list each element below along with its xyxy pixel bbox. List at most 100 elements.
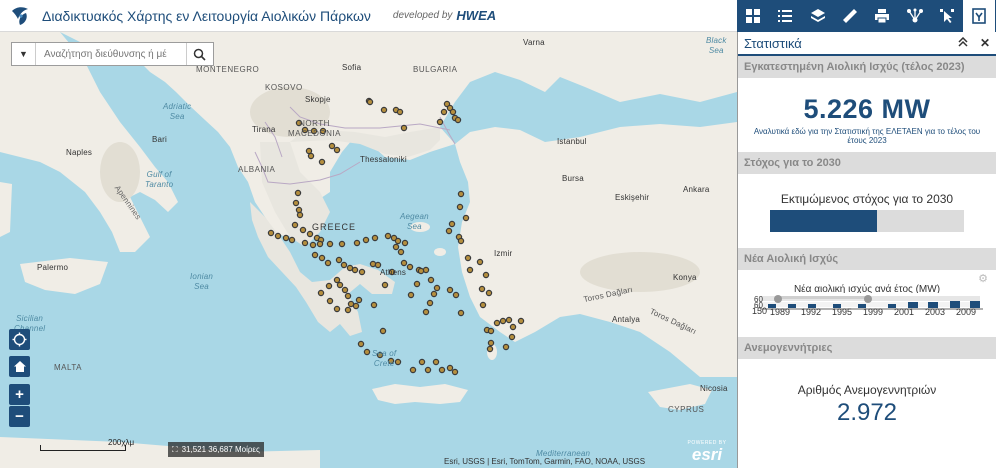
wind-farm-marker[interactable] (487, 327, 495, 335)
wind-farm-marker[interactable] (335, 256, 343, 264)
wind-farm-marker[interactable] (326, 297, 334, 305)
close-button[interactable]: ✕ (974, 36, 996, 50)
search-input[interactable] (36, 44, 186, 64)
wind-farm-marker[interactable] (344, 292, 352, 300)
wind-farm-marker[interactable] (479, 301, 487, 309)
wind-farm-marker[interactable] (517, 317, 525, 325)
wind-farm-marker[interactable] (296, 211, 304, 219)
locate-button[interactable] (9, 329, 30, 350)
wind-farm-marker[interactable] (374, 261, 382, 269)
wind-farm-marker[interactable] (457, 190, 465, 198)
wind-farm-marker[interactable] (422, 266, 430, 274)
wind-farm-marker[interactable] (392, 243, 400, 251)
wind-farm-marker[interactable] (316, 240, 324, 248)
wind-farm-marker[interactable] (509, 323, 517, 331)
wind-farm-marker[interactable] (288, 236, 296, 244)
wind-farm-marker[interactable] (502, 343, 510, 351)
wind-farm-marker[interactable] (369, 260, 377, 268)
wind-farm-marker[interactable] (446, 364, 454, 372)
wind-farm-marker[interactable] (397, 248, 405, 256)
collapse-button[interactable] (952, 36, 974, 50)
wind-farm-marker[interactable] (381, 281, 389, 289)
wind-farm-marker[interactable] (457, 237, 465, 245)
wind-farm-marker[interactable] (486, 345, 494, 353)
wind-farm-marker[interactable] (318, 254, 326, 262)
map-view[interactable]: Varna Black Sea MONTENEGRO Sofia BULGARI… (0, 32, 737, 468)
wind-farm-marker[interactable] (430, 290, 438, 298)
wind-farm-marker[interactable] (446, 286, 454, 294)
wind-farm-marker[interactable] (505, 316, 513, 324)
wind-farm-marker[interactable] (362, 236, 370, 244)
toolbar-measure-button[interactable] (834, 0, 866, 32)
wind-farm-marker[interactable] (432, 358, 440, 366)
wind-farm-marker[interactable] (445, 227, 453, 235)
wind-farm-marker[interactable] (371, 234, 379, 242)
home-button[interactable] (9, 356, 30, 377)
wind-farm-marker[interactable] (499, 317, 507, 325)
zoom-out-button[interactable]: − (9, 406, 30, 427)
wind-farm-marker[interactable] (476, 258, 484, 266)
wind-farm-marker[interactable] (309, 241, 317, 249)
toolbar-print-button[interactable] (866, 0, 898, 32)
toolbar-share-button[interactable] (898, 0, 930, 32)
wind-farm-marker[interactable] (454, 116, 462, 124)
wind-farm-marker[interactable] (333, 146, 341, 154)
wind-farm-marker[interactable] (353, 239, 361, 247)
wind-farm-marker[interactable] (436, 118, 444, 126)
wind-farm-marker[interactable] (417, 267, 425, 275)
wind-farm-marker[interactable] (394, 237, 402, 245)
wind-farm-marker[interactable] (400, 259, 408, 267)
wind-farm-marker[interactable] (306, 230, 314, 238)
wind-farm-marker[interactable] (440, 108, 448, 116)
wind-farm-marker[interactable] (333, 276, 341, 284)
wind-farm-marker[interactable] (325, 282, 333, 290)
toolbar-layers-button[interactable] (802, 0, 834, 32)
wind-farm-marker[interactable] (363, 348, 371, 356)
wind-farm-marker[interactable] (384, 232, 392, 240)
wind-farm-marker[interactable] (438, 366, 446, 374)
coordinates-widget[interactable]: ⛶ 31,521 36,687 Μοίρες (168, 442, 264, 457)
wind-farm-marker[interactable] (267, 229, 275, 237)
wind-farm-marker[interactable] (487, 339, 495, 347)
wind-farm-marker[interactable] (493, 319, 501, 327)
wind-farm-marker[interactable] (292, 199, 300, 207)
wind-farm-marker[interactable] (485, 289, 493, 297)
wind-farm-marker[interactable] (401, 239, 409, 247)
wind-farm-marker[interactable] (274, 232, 282, 240)
wind-farm-marker[interactable] (370, 301, 378, 309)
wind-farm-marker[interactable] (400, 124, 408, 132)
wind-farm-marker[interactable] (355, 296, 363, 304)
wind-farm-marker[interactable] (426, 299, 434, 307)
wind-farm-marker[interactable] (409, 366, 417, 374)
wind-farm-marker[interactable] (282, 234, 290, 242)
toolbar-select-button[interactable] (931, 0, 963, 32)
wind-farm-marker[interactable] (328, 142, 336, 150)
wind-farm-marker[interactable] (294, 189, 302, 197)
wind-farm-marker[interactable] (466, 266, 474, 274)
new-power-chart[interactable]: 60 60 150 1989 1992 1995 1999 2001 2003 2009 (738, 293, 996, 333)
wind-farm-marker[interactable] (340, 261, 348, 269)
wind-farm-marker[interactable] (433, 284, 441, 292)
toolbar-apps-button[interactable] (737, 0, 769, 32)
wind-farm-marker[interactable] (456, 203, 464, 211)
wind-farm-marker[interactable] (452, 291, 460, 299)
zoom-in-button[interactable]: + (9, 384, 30, 405)
wind-farm-marker[interactable] (358, 268, 366, 276)
wind-farm-marker[interactable] (422, 308, 430, 316)
wind-farm-marker[interactable] (379, 327, 387, 335)
wind-farm-marker[interactable] (396, 108, 404, 116)
wind-farm-marker[interactable] (295, 206, 303, 214)
wind-farm-marker[interactable] (317, 289, 325, 297)
wind-farm-marker[interactable] (457, 309, 465, 317)
toolbar-statistics-button[interactable] (963, 0, 996, 32)
wind-farm-marker[interactable] (464, 254, 472, 262)
gear-icon[interactable]: ⚙ (978, 272, 988, 285)
wind-farm-marker[interactable] (351, 266, 359, 274)
wind-farm-marker[interactable] (333, 305, 341, 313)
search-button[interactable] (186, 43, 212, 65)
wind-farm-marker[interactable] (341, 286, 349, 294)
wind-farm-marker[interactable] (462, 214, 470, 222)
wind-farm-marker[interactable] (478, 285, 486, 293)
wind-farm-marker[interactable] (344, 306, 352, 314)
wind-farm-marker[interactable] (291, 221, 299, 229)
